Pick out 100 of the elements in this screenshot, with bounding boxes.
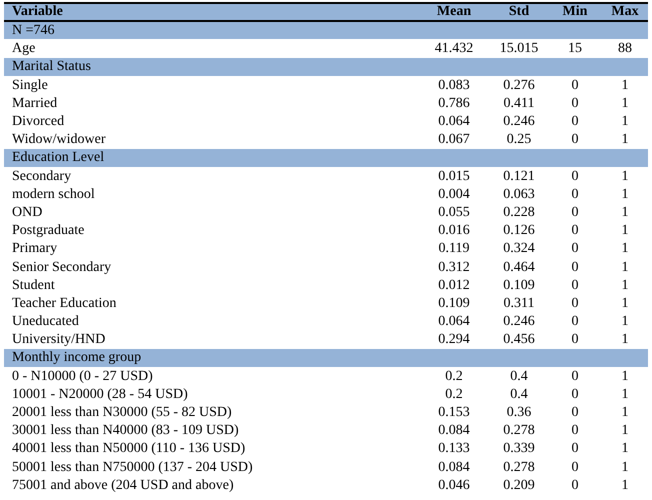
table-cell-text: 1: [620, 460, 630, 475]
table-cell-text: 0: [570, 78, 580, 93]
table-cell-text: 1: [620, 242, 630, 256]
table-cell-text: 1: [620, 78, 630, 93]
table-cell-text: 0.4: [509, 388, 529, 402]
column-header: Variable: [11, 5, 64, 19]
table-cell-text: 1: [620, 96, 630, 111]
table-cell-text: 88: [617, 42, 633, 56]
table-cell-text: 0.153: [437, 406, 471, 420]
table-cell-text: 50001 less than N750000 (137 - 204 USD): [11, 460, 254, 475]
table-cell-text: 0: [570, 96, 580, 111]
table-cell-text: 0: [570, 460, 580, 475]
table-cell-text: 0.25: [506, 133, 532, 148]
table-cell-text: 0: [570, 478, 580, 493]
table-cell-text: 0.121: [502, 170, 536, 184]
table-cell-text: Married: [11, 96, 58, 111]
table-cell-text: 1: [620, 333, 630, 348]
table-cell-text: 0.411: [502, 96, 536, 111]
table-cell-text: 41.432: [434, 42, 474, 56]
table-cell-text: 0.246: [502, 115, 536, 130]
table-cell-text: 0: [570, 206, 580, 220]
table-cell-text: 0.324: [502, 242, 536, 256]
table-cell-text: 0.016: [437, 224, 471, 238]
table-cell-text: 0.2: [444, 370, 464, 384]
table-cell-text: Single: [11, 78, 49, 93]
table-cell-text: Student: [11, 278, 56, 293]
table-cell-text: 0.133: [437, 442, 471, 456]
table-cell-text: 0.312: [437, 260, 471, 275]
table-cell-text: 1: [620, 133, 630, 148]
table-cell-text: 0: [570, 115, 580, 130]
table-cell-text: 0.294: [437, 333, 471, 348]
table-cell-text: 0: [570, 133, 580, 148]
table-cell-text: Teacher Education: [11, 296, 118, 311]
table-cell-text: 0.209: [502, 478, 536, 493]
table-cell-text: 0.084: [437, 424, 471, 438]
table-cell-text: modern school: [11, 188, 96, 202]
table-cell-text: 1: [620, 224, 630, 238]
section-label: Marital Status: [11, 60, 91, 74]
table-cell-text: 0: [570, 370, 580, 384]
table-cell-text: 0.109: [502, 278, 536, 293]
table-cell-text: 0.4: [509, 370, 529, 384]
table-cell-text: 0.456: [502, 333, 536, 348]
table-cell-text: 0.012: [437, 278, 471, 293]
table-cell-text: Postgraduate: [11, 224, 86, 238]
table-cell-text: 0: [570, 242, 580, 256]
table-cell-text: 1: [620, 424, 630, 438]
column-header: Mean: [436, 5, 472, 19]
table-cell-text: 0: [570, 170, 580, 184]
table-cell-text: 0: [570, 278, 580, 293]
table-cell-text: Widow/widower: [11, 133, 107, 148]
table-cell-text: 0 - N10000 (0 - 27 USD): [11, 370, 154, 384]
table-cell-text: Divorced: [11, 115, 66, 130]
table-cell-text: 1: [620, 406, 630, 420]
table-cell-text: 0: [570, 424, 580, 438]
table-cell-text: 0: [570, 188, 580, 202]
column-header: Max: [610, 5, 640, 19]
table-cell-text: 1: [620, 115, 630, 130]
table-cell-text: 0: [570, 224, 580, 238]
table-cell-text: 0.278: [502, 460, 536, 475]
table-cell-text: 0.126: [502, 224, 536, 238]
section-label: N =746: [11, 24, 55, 38]
table-cell-text: Secondary: [11, 170, 72, 184]
table-cell-text: 0.064: [437, 115, 471, 130]
table-cell-text: 0: [570, 442, 580, 456]
table-cell-text: 0.228: [502, 206, 536, 220]
table-cell-text: 0.464: [502, 260, 536, 275]
table-cell-text: 0.015: [437, 170, 471, 184]
section-label: Monthly income group: [11, 350, 142, 365]
table-cell-text: Age: [11, 42, 36, 56]
table-cell-text: 0: [570, 296, 580, 311]
column-header: Min: [562, 5, 588, 19]
table-cell-text: Primary: [11, 242, 58, 256]
table-cell-text: 1: [620, 478, 630, 493]
table-cell-text: 0.786: [437, 96, 471, 111]
table-cell-text: 1: [620, 278, 630, 293]
table-cell-text: 0: [570, 333, 580, 348]
table-cell-text: 0.067: [437, 133, 471, 148]
table-cell-text: 20001 less than N30000 (55 - 82 USD): [11, 406, 233, 420]
table-cell-text: Uneducated: [11, 315, 80, 330]
table-cell-text: 0.084: [437, 460, 471, 475]
table-cell-text: 0.064: [437, 315, 471, 330]
table-cell-text: 1: [620, 170, 630, 184]
table-cell-text: 0.063: [502, 188, 536, 202]
table-cell-text: 0: [570, 388, 580, 402]
table-cell-text: 0.276: [502, 78, 536, 93]
table-cell-text: 0.004: [437, 188, 471, 202]
table-cell-text: 1: [620, 296, 630, 311]
table-cell-text: 0.339: [502, 442, 536, 456]
table-cell-text: 0: [570, 315, 580, 330]
table-cell-text: 0.109: [437, 296, 471, 311]
table-cell-text: 0.2: [444, 388, 464, 402]
table-cell-text: 30001 less than N40000 (83 - 109 USD): [11, 424, 240, 438]
column-header: Std: [508, 5, 530, 19]
table-cell-text: 75001 and above (204 USD and above): [11, 478, 235, 493]
table-cell-text: 1: [620, 260, 630, 275]
table-cell-text: 0.36: [506, 406, 532, 420]
table-cell-text: 0.046: [437, 478, 471, 493]
table-cell-text: 40001 less than N50000 (110 - 136 USD): [11, 442, 246, 456]
table-cell-text: OND: [11, 206, 44, 220]
table-cell-text: 1: [620, 388, 630, 402]
